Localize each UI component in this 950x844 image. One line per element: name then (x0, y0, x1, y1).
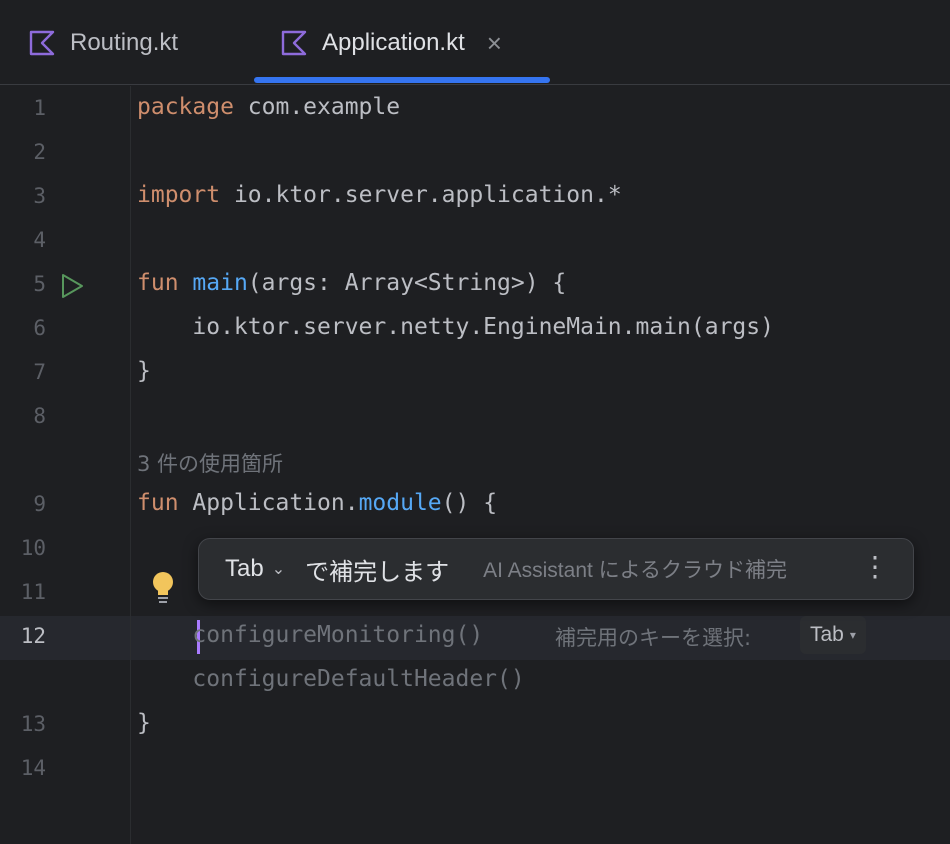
ai-completion-popup: Tab ⌄ で補完します AI Assistant によるクラウド補完 ⋮ (198, 538, 914, 600)
line-number-active: 12 (20, 624, 46, 648)
more-options-icon[interactable]: ⋮ (861, 553, 889, 581)
code-line: } (137, 358, 151, 384)
line-number: 7 (33, 360, 46, 384)
line-number: 9 (33, 492, 46, 516)
code-line: io.ktor.server.netty.EngineMain.main(arg… (137, 314, 774, 340)
gutter-separator (130, 86, 131, 844)
line-number: 1 (33, 96, 46, 120)
line-number: 14 (20, 756, 46, 780)
key-label: Tab (810, 623, 844, 646)
keyword: fun (137, 270, 179, 296)
run-icon[interactable] (58, 272, 86, 300)
completion-key-hint: 補完用のキーを選択: (555, 626, 752, 650)
code-line: fun main(args: Array<String>) { (137, 270, 566, 296)
line-number: 8 (33, 404, 46, 428)
code-line: import io.ktor.server.application.* (137, 182, 622, 208)
ghost-completion-line: configureDefaultHeader() (137, 666, 525, 692)
tab-routing-kt[interactable]: Routing.kt (28, 0, 178, 85)
line-number: 6 (33, 316, 46, 340)
code-line: fun Application.module() { (137, 490, 497, 516)
function-name: module (358, 490, 442, 516)
tab-application-kt[interactable]: Application.kt × (280, 0, 502, 85)
code-text: (args: Array<String>) { (247, 270, 567, 296)
line-number: 5 (33, 272, 46, 296)
usages-inlay-hint[interactable]: 3 件の使用箇所 (137, 448, 283, 478)
accept-key-dropdown[interactable]: Tab ⌄ (225, 555, 285, 583)
ghost-completion-line: configureMonitoring() (137, 622, 484, 648)
function-name: main (192, 270, 248, 296)
line-number: 3 (33, 184, 46, 208)
line-number: 13 (20, 712, 46, 736)
caret-down-icon: ▾ (849, 628, 856, 642)
line-number: 10 (20, 536, 46, 560)
tab-label: Routing.kt (70, 28, 179, 56)
accept-key-label: Tab (225, 555, 264, 582)
editor-tab-bar: Routing.kt Application.kt × (0, 0, 950, 85)
code-text: io.ktor.server.application.* (220, 182, 622, 208)
kotlin-file-icon (29, 30, 55, 55)
keyword: fun (137, 490, 179, 516)
code-line: } (137, 710, 151, 736)
lightbulb-icon[interactable] (150, 570, 176, 604)
keyword: package (137, 94, 234, 120)
code-editor[interactable]: 1 2 3 4 5 6 7 8 9 10 11 12 13 14 package… (0, 86, 950, 844)
code-line: package com.example (137, 94, 400, 120)
code-text: Application. (178, 490, 359, 516)
accept-completion-text: で補完します (305, 558, 450, 586)
keyword: import (137, 182, 221, 208)
line-number: 2 (33, 140, 46, 164)
kotlin-file-icon (281, 30, 307, 55)
code-text: () { (441, 490, 498, 516)
code-text: com.example (233, 94, 401, 120)
completion-key-select[interactable]: Tab ▾ (800, 616, 866, 654)
chevron-down-icon: ⌄ (271, 561, 286, 578)
tab-label: Application.kt (322, 28, 465, 56)
completion-source-label: AI Assistant によるクラウド補完 (483, 559, 788, 582)
line-number: 4 (33, 228, 46, 252)
line-number: 11 (20, 580, 46, 604)
active-tab-indicator (254, 77, 550, 83)
close-icon[interactable]: × (487, 30, 502, 56)
